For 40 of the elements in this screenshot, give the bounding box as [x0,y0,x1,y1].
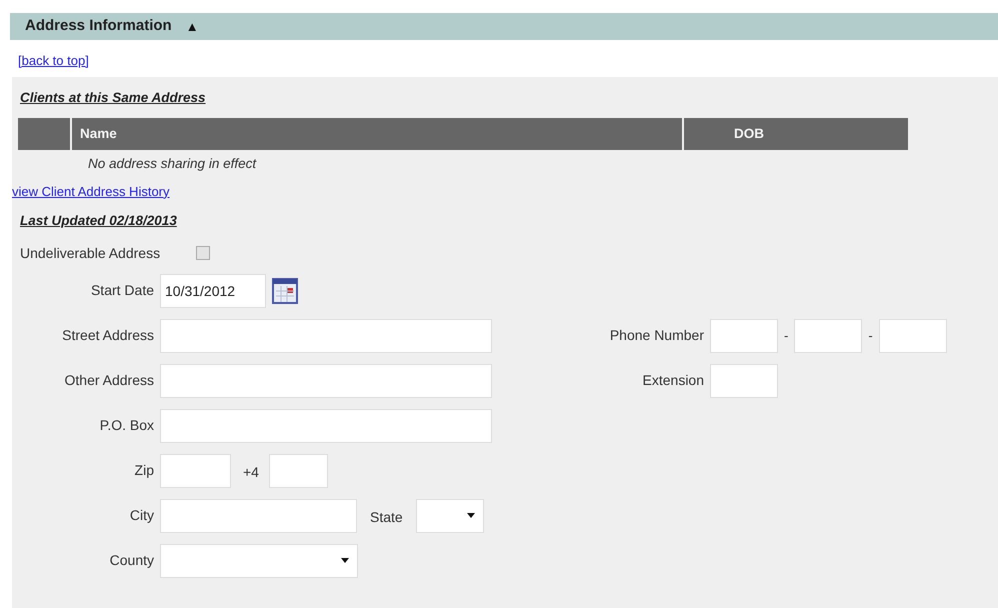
field-label: Extension [642,371,705,390]
checkbox-label: Undeliverable Address [20,244,160,263]
state-dropdown[interactable] [416,498,484,533]
text-field[interactable] [160,318,492,353]
calendar-icon[interactable] [272,278,298,304]
zip-plus-label: +4 [243,463,259,482]
caret-icon [466,513,475,518]
collapse-toggle[interactable]: ▲ [186,16,199,36]
field-label: Street Address [61,326,155,346]
last-updated-text: Last Updated 02/18/2013 [20,212,177,228]
field-label: Phone Number [608,326,705,346]
city-field[interactable] [160,498,357,533]
field-label: P.O. Box [98,416,155,436]
phone-field[interactable] [794,318,862,353]
state-label: State [370,508,403,528]
phone-field[interactable] [878,318,947,353]
field-label: Other Address [64,371,155,390]
county-dropdown[interactable] [160,544,358,578]
back-to-top-link[interactable]: [back to top] [18,53,89,68]
field-label: Zip [134,461,155,480]
zip-extension-field[interactable] [268,454,328,488]
empty-message: No address sharing in effect [88,156,256,172]
field-label: County [108,551,155,570]
column-header: DOB [733,125,765,144]
field-label: Start Date [90,281,155,300]
section-title: Address Information [25,16,172,36]
text-field[interactable] [160,364,492,398]
caret-icon [341,558,349,564]
history-link[interactable]: view Client Address History [12,184,170,198]
checkbox[interactable] [196,246,210,260]
phone-separator: - [783,327,790,345]
extension-field[interactable] [710,364,778,398]
column-header: Name [72,118,684,150]
phone-field[interactable] [710,318,778,353]
date-field[interactable]: 10/31/2012 [160,274,266,308]
section-heading: Clients at this Same Address [20,90,206,105]
text-field[interactable] [160,408,492,443]
field-label: City [128,506,155,526]
zip-field[interactable] [160,454,231,488]
phone-separator: - [867,327,874,345]
